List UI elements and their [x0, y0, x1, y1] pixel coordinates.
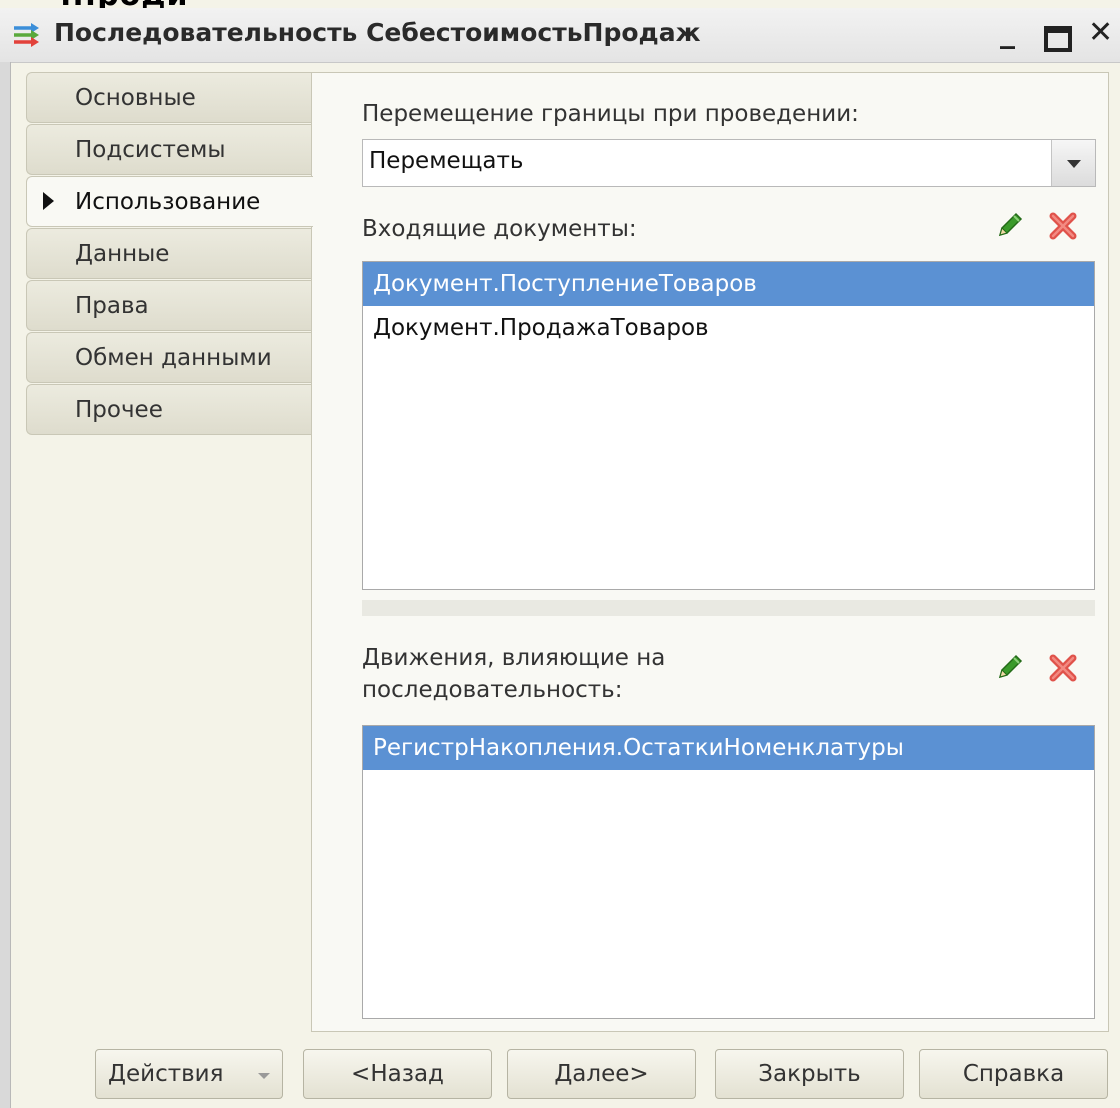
tab-label: Данные: [75, 241, 170, 267]
tab-label: Прочее: [75, 397, 163, 423]
actions-button-label: Действия: [108, 1061, 224, 1087]
minimize-button[interactable]: _: [1000, 18, 1015, 48]
dropdown-button[interactable]: [1051, 140, 1095, 186]
configurator-window: ...роди Последовательность Себестоимость…: [0, 0, 1120, 1108]
pencil-icon[interactable]: [992, 649, 1028, 685]
maximize-button[interactable]: [1044, 26, 1072, 52]
tab-rights[interactable]: Права: [26, 280, 312, 331]
tab-label: Основные: [75, 85, 196, 111]
incoming-docs-list[interactable]: Документ.ПоступлениеТоваров Документ.Про…: [362, 261, 1095, 590]
back-button[interactable]: <Назад: [303, 1049, 492, 1099]
actions-menu-button[interactable]: Действия: [95, 1049, 283, 1099]
tab-main[interactable]: Основные: [26, 72, 312, 123]
tab-usage[interactable]: Использование: [26, 176, 313, 227]
tab-label: Права: [75, 293, 149, 319]
border-move-label: Перемещение границы при проведении:: [362, 101, 859, 127]
tab-label: Подсистемы: [75, 137, 226, 163]
usage-panel: Перемещение границы при проведении: Пере…: [311, 72, 1109, 1032]
pencil-icon[interactable]: [992, 207, 1028, 243]
window-title: Последовательность СебестоимостьПродаж: [54, 18, 701, 47]
tab-subsystems[interactable]: Подсистемы: [26, 124, 312, 175]
chevron-down-icon: [258, 1073, 270, 1079]
list-item[interactable]: Документ.ПродажаТоваров: [363, 306, 1094, 350]
tab-data[interactable]: Данные: [26, 228, 312, 279]
list-item[interactable]: Документ.ПоступлениеТоваров: [363, 262, 1094, 306]
incoming-docs-label: Входящие документы:: [362, 216, 637, 242]
title-bar[interactable]: Последовательность СебестоимостьПродаж _…: [0, 8, 1120, 63]
active-tab-marker-icon: [43, 192, 54, 210]
border-move-value: Перемещать: [369, 148, 524, 174]
list-item[interactable]: РегистрНакопления.ОстаткиНоменклатуры: [363, 726, 1094, 770]
close-window-button[interactable]: ✕: [1088, 18, 1113, 48]
tab-other[interactable]: Прочее: [26, 384, 312, 435]
tab-data-exchange[interactable]: Обмен данными: [26, 332, 312, 383]
border-move-select[interactable]: Перемещать: [362, 139, 1096, 187]
sequence-icon: [14, 23, 39, 47]
chevron-down-icon: [1067, 160, 1081, 168]
movements-label-line1: Движения, влияющие на: [362, 645, 666, 671]
tab-label: Обмен данными: [75, 345, 272, 371]
close-button[interactable]: Закрыть: [715, 1049, 904, 1099]
window-frame: [0, 62, 11, 1108]
movements-list[interactable]: РегистрНакопления.ОстаткиНоменклатуры: [362, 725, 1095, 1019]
tab-list: Основные Подсистемы Использование Данные…: [26, 72, 313, 436]
delete-x-icon[interactable]: [1046, 649, 1082, 685]
delete-x-icon[interactable]: [1046, 207, 1082, 243]
tab-label: Использование: [75, 189, 261, 215]
movements-label-line2: последовательность:: [362, 677, 623, 703]
next-button[interactable]: Далее>: [507, 1049, 696, 1099]
list-splitter[interactable]: [362, 600, 1095, 616]
help-button[interactable]: Справка: [919, 1049, 1108, 1099]
